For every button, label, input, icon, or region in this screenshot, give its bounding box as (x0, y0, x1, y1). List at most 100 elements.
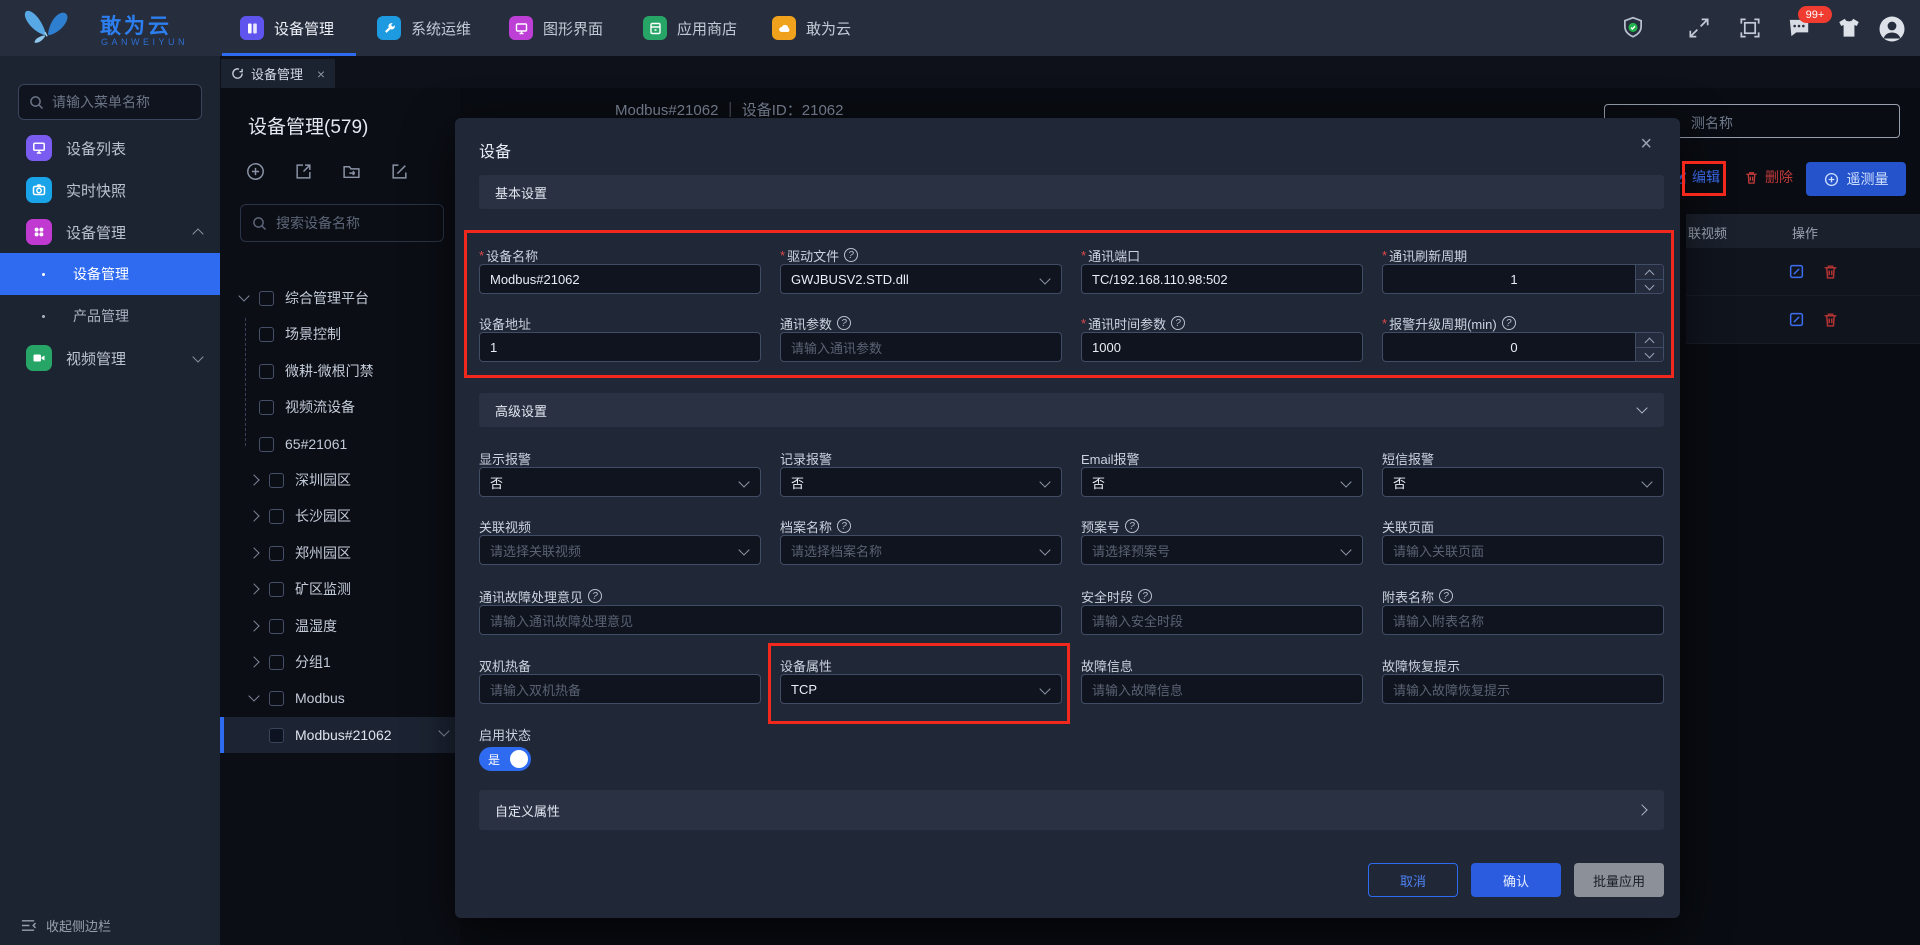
row-delete-icon[interactable] (1822, 263, 1839, 285)
chevron-down-icon[interactable] (248, 690, 259, 701)
sidebar-item-device-list[interactable]: 设备列表 (0, 127, 220, 169)
checkbox[interactable] (269, 582, 284, 597)
device-attribute-select[interactable]: TCP (780, 674, 1062, 704)
plan-number-select[interactable]: 请选择预案号 (1081, 535, 1363, 565)
tree-item-group[interactable]: 分组1 (220, 644, 460, 680)
linked-page-input[interactable]: 请输入关联页面 (1382, 535, 1664, 565)
tab-close-icon[interactable]: × (317, 66, 325, 82)
increment-button[interactable] (1636, 333, 1663, 347)
sidebar-item-snapshot[interactable]: 实时快照 (0, 169, 220, 211)
help-icon[interactable] (844, 248, 858, 262)
help-icon[interactable] (1171, 316, 1185, 330)
show-alarm-select[interactable]: 否 (479, 467, 761, 497)
decrement-button[interactable] (1636, 347, 1663, 362)
tree-item-group[interactable]: 深圳园区 (220, 462, 460, 498)
section-advanced-settings[interactable]: 高级设置 (479, 393, 1664, 427)
cancel-button[interactable]: 取消 (1368, 863, 1458, 897)
help-icon[interactable] (588, 589, 602, 603)
tree-item-group[interactable]: 长沙园区 (220, 498, 460, 534)
tree-item[interactable]: 场景控制 (220, 316, 460, 352)
tree-item-root[interactable]: 综合管理平台 (220, 280, 460, 316)
row-edit-icon[interactable] (1788, 311, 1805, 333)
tree-item[interactable]: 65#21061 (220, 426, 460, 462)
chevron-right-icon[interactable] (248, 474, 259, 485)
tree-item[interactable]: 视频流设备 (220, 389, 460, 425)
sidebar-subitem-device-management[interactable]: 设备管理 (0, 253, 220, 295)
comm-port-input[interactable]: TC/192.168.110.98:502 (1081, 264, 1363, 294)
security-shield-icon[interactable] (1620, 15, 1646, 46)
help-icon[interactable] (837, 316, 851, 330)
checkbox[interactable] (269, 509, 284, 524)
checkbox[interactable] (259, 327, 274, 342)
navtab-system-ops[interactable]: 系统运维 (377, 0, 471, 56)
linked-video-select[interactable]: 请选择关联视频 (479, 535, 761, 565)
chevron-right-icon[interactable] (248, 620, 259, 631)
alarm-upgrade-stepper[interactable]: 0 (1382, 332, 1664, 362)
comm-params-input[interactable]: 请输入通讯参数 (780, 332, 1062, 362)
comm-time-params-input[interactable]: 1000 (1081, 332, 1363, 362)
device-name-input[interactable]: Modbus#21062 (479, 264, 761, 294)
help-icon[interactable] (1138, 589, 1152, 603)
frame-capture-icon[interactable] (1737, 15, 1763, 46)
fullscreen-icon[interactable] (1686, 15, 1712, 46)
device-address-input[interactable]: 1 (479, 332, 761, 362)
checkbox[interactable] (259, 364, 274, 379)
tree-item-group[interactable]: 矿区监测 (220, 571, 460, 607)
device-search-input[interactable]: 搜索设备名称 (240, 204, 444, 242)
help-icon[interactable] (1502, 316, 1516, 330)
checkbox[interactable] (259, 400, 274, 415)
navtab-ganweiyun[interactable]: 敢为云 (772, 0, 851, 56)
help-icon[interactable] (1125, 519, 1139, 533)
help-icon[interactable] (1439, 589, 1453, 603)
record-alarm-select[interactable]: 否 (780, 467, 1062, 497)
archive-name-select[interactable]: 请选择档案名称 (780, 535, 1062, 565)
sidebar-subitem-product-management[interactable]: 产品管理 (0, 295, 220, 337)
tree-item-group[interactable]: 郑州园区 (220, 535, 460, 571)
chevron-right-icon[interactable] (248, 656, 259, 667)
delete-button[interactable]: 删除 (1744, 167, 1793, 187)
checkbox[interactable] (269, 728, 284, 743)
checkbox[interactable] (269, 619, 284, 634)
refresh-icon[interactable] (231, 67, 244, 80)
tree-item-group[interactable]: Modbus (220, 680, 460, 716)
safe-period-input[interactable]: 请输入安全时段 (1081, 605, 1363, 635)
checkbox[interactable] (259, 291, 274, 306)
sidebar-group-device-management[interactable]: 设备管理 (0, 211, 220, 253)
driver-file-select[interactable]: GWJBUSV2.STD.dll (780, 264, 1062, 294)
checkbox[interactable] (269, 655, 284, 670)
checkbox[interactable] (259, 437, 274, 452)
sidebar-group-video-management[interactable]: 视频管理 (0, 337, 220, 379)
chevron-right-icon[interactable] (248, 510, 259, 521)
increment-button[interactable] (1636, 265, 1663, 279)
tree-item[interactable]: 微耕-微根门禁 (220, 353, 460, 389)
tree-item-selected[interactable]: Modbus#21062 (220, 717, 460, 753)
content-tab-device-management[interactable]: 设备管理 × (221, 59, 335, 88)
navtab-graphic-ui[interactable]: 图形界面 (509, 0, 603, 56)
decrement-button[interactable] (1636, 279, 1663, 294)
add-telemetry-button[interactable]: 遥测量 (1806, 162, 1906, 196)
tree-item-group[interactable]: 温湿度 (220, 608, 460, 644)
sidebar-menu-search-input[interactable]: 请输入菜单名称 (18, 84, 202, 120)
user-avatar[interactable] (1878, 15, 1906, 48)
folder-move-icon[interactable] (342, 162, 361, 181)
schedule-name-input[interactable]: 请输入附表名称 (1382, 605, 1664, 635)
add-icon[interactable] (246, 162, 265, 181)
batch-apply-button[interactable]: 批量应用 (1574, 863, 1664, 897)
refresh-period-stepper[interactable]: 1 (1382, 264, 1664, 294)
collapse-sidebar-button[interactable]: 收起侧边栏 (20, 916, 111, 935)
sms-alarm-select[interactable]: 否 (1382, 467, 1664, 497)
checkbox[interactable] (269, 691, 284, 706)
dual-hot-standby-input[interactable]: 请输入双机热备 (479, 674, 761, 704)
help-icon[interactable] (837, 519, 851, 533)
chevron-down-icon[interactable] (238, 290, 249, 301)
chevron-right-icon[interactable] (248, 547, 259, 558)
navtab-app-store[interactable]: 应用商店 (643, 0, 737, 56)
row-delete-icon[interactable] (1822, 311, 1839, 333)
close-icon[interactable]: × (1640, 133, 1652, 156)
edit-icon[interactable] (390, 162, 409, 181)
navtab-device-management[interactable]: 设备管理 (240, 0, 334, 56)
fault-recovery-hint-input[interactable]: 请输入故障恢复提示 (1382, 674, 1664, 704)
comm-fault-advice-input[interactable]: 请输入通讯故障处理意见 (479, 605, 1062, 635)
row-edit-icon[interactable] (1788, 263, 1805, 285)
fault-info-input[interactable]: 请输入故障信息 (1081, 674, 1363, 704)
